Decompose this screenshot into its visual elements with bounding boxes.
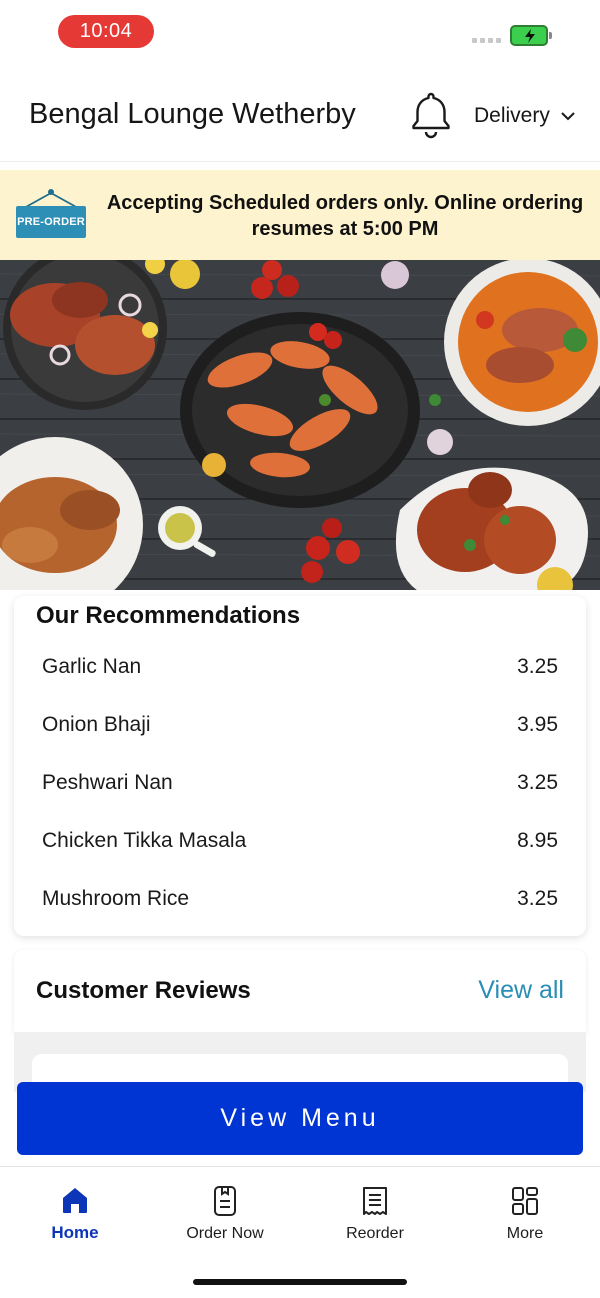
- order-icon: [214, 1186, 236, 1216]
- tab-more[interactable]: More: [450, 1185, 600, 1243]
- banner-message: Accepting Scheduled orders only. Online …: [106, 192, 584, 240]
- preorder-banner: PRE-ORDER Accepting Scheduled orders onl…: [0, 170, 600, 260]
- delivery-mode-dropdown[interactable]: Delivery: [474, 104, 576, 128]
- battery-charging-icon: [510, 25, 552, 46]
- recommendations-title: Our Recommendations: [36, 602, 301, 629]
- status-bar: 10:04: [0, 0, 600, 64]
- item-name: Onion Bhaji: [42, 713, 151, 736]
- item-price: 8.95: [517, 829, 558, 852]
- item-name: Mushroom Rice: [42, 887, 190, 910]
- recommendations-card: Our Recommendations Garlic Nan 3.25 Onio…: [14, 596, 586, 936]
- recommendation-item[interactable]: Peshwari Nan 3.25: [14, 754, 586, 812]
- header: Bengal Lounge Wetherby Delivery: [0, 70, 600, 162]
- tab-label: Reorder: [346, 1225, 404, 1242]
- view-menu-button[interactable]: View Menu: [17, 1082, 583, 1155]
- reviews-title: Customer Reviews: [36, 977, 251, 1004]
- notifications-bell-icon[interactable]: [410, 90, 452, 145]
- home-icon: [63, 1188, 87, 1213]
- home-indicator: [193, 1279, 407, 1285]
- item-price: 3.95: [517, 713, 558, 736]
- receipt-icon: [363, 1187, 387, 1215]
- bottom-tab-bar: Home Order Now Reorder More: [0, 1166, 600, 1298]
- restaurant-name: Bengal Lounge Wetherby: [29, 98, 356, 130]
- customer-reviews-section: Customer Reviews View all: [14, 950, 586, 1032]
- item-name: Garlic Nan: [42, 655, 142, 678]
- preorder-badge: PRE-ORDER: [16, 206, 86, 238]
- grid-icon: [512, 1187, 538, 1215]
- status-time: 10:04: [58, 15, 154, 48]
- signal-icon: [472, 38, 501, 43]
- recommendation-item[interactable]: Onion Bhaji 3.95: [14, 696, 586, 754]
- item-price: 3.25: [517, 887, 558, 910]
- item-price: 3.25: [517, 771, 558, 794]
- tab-label: More: [506, 1225, 544, 1242]
- recommendation-item[interactable]: Chicken Tikka Masala 8.95: [14, 812, 586, 870]
- delivery-mode-label: Delivery: [474, 104, 550, 127]
- item-price: 3.25: [517, 655, 558, 678]
- hero-food-image: [0, 260, 600, 590]
- view-all-reviews-link[interactable]: View all: [478, 976, 564, 1005]
- tab-home[interactable]: Home: [0, 1185, 150, 1243]
- recommendation-item[interactable]: Garlic Nan 3.25: [14, 638, 586, 696]
- chevron-down-icon: [561, 112, 575, 121]
- preorder-sign-icon: PRE-ORDER: [16, 188, 86, 240]
- item-name: Peshwari Nan: [42, 771, 173, 794]
- tab-label: Home: [51, 1223, 99, 1242]
- tab-order-now[interactable]: Order Now: [150, 1185, 300, 1243]
- tab-label: Order Now: [186, 1225, 264, 1242]
- item-name: Chicken Tikka Masala: [42, 829, 247, 852]
- recommendation-item[interactable]: Mushroom Rice 3.25: [14, 870, 586, 928]
- tab-reorder[interactable]: Reorder: [300, 1185, 450, 1243]
